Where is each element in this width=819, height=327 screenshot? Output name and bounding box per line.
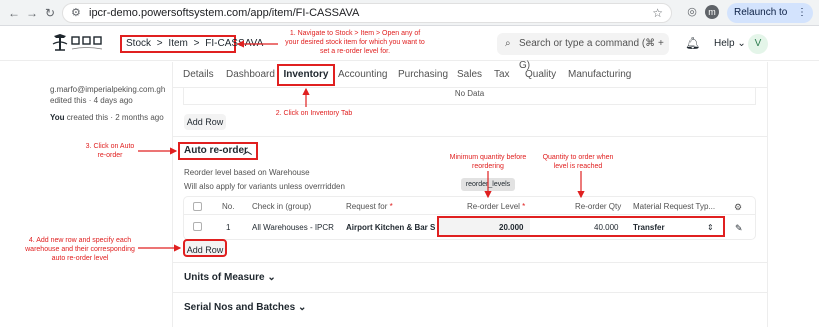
annotation-arrows	[138, 40, 585, 252]
